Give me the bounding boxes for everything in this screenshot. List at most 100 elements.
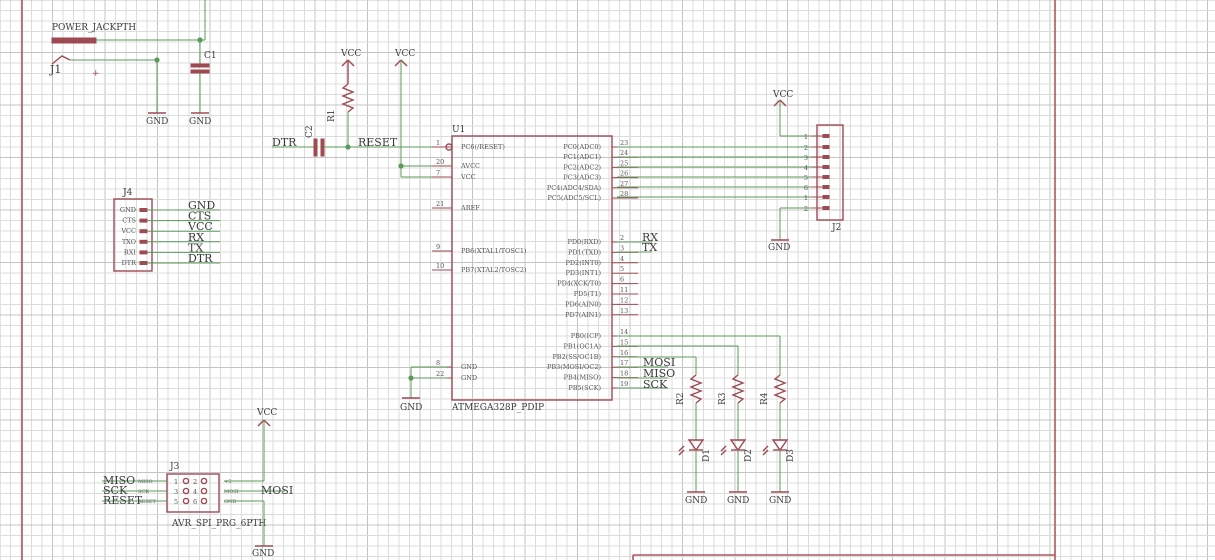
mcu-right-pin-name-top: PC4(ADC4/SDA) <box>547 184 602 192</box>
c1-gnd-label: GND <box>189 117 211 127</box>
j2-pin-num: 4 <box>804 164 808 172</box>
j2-gnd-label: GND <box>768 243 790 253</box>
mcu-left-pin-name: GND <box>461 363 477 371</box>
j4-pin-name: TXO <box>122 238 136 246</box>
led-gnd-label: GND <box>727 496 749 506</box>
j3-mosi-net: MOSI <box>261 484 293 497</box>
j2-pin-num: 2 <box>804 144 808 152</box>
mcu-right-pin-num-mid: 11 <box>620 286 628 294</box>
mcu-left-pin-name: GND <box>461 374 477 382</box>
j4-pin-contact <box>139 218 148 223</box>
mcu-right-pin-name-mid: PD0(RXD) <box>567 238 601 246</box>
c2-ref: C2 <box>305 125 315 138</box>
j2-pin-num: 3 <box>804 154 808 162</box>
j4-pin-name: CTS <box>122 217 136 225</box>
mcu-left-pin-name: VCC <box>460 173 476 181</box>
led-resistor-ref: R4 <box>760 392 770 405</box>
mcu-right-pin-name-mid: PD5(T1) <box>574 290 602 298</box>
j4-pin-name: DTR <box>122 259 138 267</box>
mcu-right-pin-num-mid: 5 <box>620 265 624 273</box>
j3-left-pin-name: RESET <box>138 499 156 505</box>
j3-left-pin-num: 1 <box>174 478 178 486</box>
reset-net-label: RESET <box>358 136 398 149</box>
j3-right-pad <box>200 497 208 505</box>
c1-ref: C1 <box>204 51 217 61</box>
j3-right-pin-num: 4 <box>193 488 197 496</box>
mcu-right-pin-num-mid: 4 <box>620 255 624 263</box>
mcu-gnd-label: GND <box>400 403 422 413</box>
mcu-right-pin-name-mid: PD2(INT0) <box>565 259 601 267</box>
mcu-left-pin-num: 10 <box>436 262 444 270</box>
j2-pin-num: 2 <box>804 205 808 213</box>
mcu-right-pin-num-bot: 18 <box>620 370 628 378</box>
j3-left-net-label: RESET <box>103 494 143 507</box>
led-channel[interactable]: R2 D1 GND <box>676 357 712 506</box>
mcu-right-pin-num-bot: 15 <box>620 338 628 346</box>
mcu-right-pin-num-bot: 19 <box>620 380 628 388</box>
mcu-right-pin-name-mid: PD6(AIN0) <box>565 300 601 308</box>
j3-right-pad <box>200 487 208 495</box>
j2-pin-num: 1 <box>804 194 808 202</box>
mcu-right-pin-num-mid: 13 <box>620 307 628 315</box>
mcu-right-pin-name-top: PC2(ADC2) <box>563 163 601 171</box>
mcu-left-pin-num: 21 <box>436 200 444 208</box>
mcu-left-pin-name: PC6(/RESET) <box>461 143 505 151</box>
mcu-right-pin-num-top: 25 <box>620 159 628 167</box>
power-jack-name: POWER_JACKPTH <box>52 23 136 33</box>
j4-net-label: DTR <box>188 252 213 265</box>
j3-left-pin-num: 5 <box>174 498 178 506</box>
mcu-right-pin-name-bot: PB1(OC1A) <box>564 342 602 350</box>
j3-right-pin-num: 6 <box>193 498 197 506</box>
mcu-right-pin-name-top: PC3(ADC3) <box>563 174 601 182</box>
mcu-right-pin-num-mid: 2 <box>620 234 624 242</box>
mcu-right-pin-name-top: PC0(ADC0) <box>563 143 601 151</box>
mcu-left-pin-name: AVCC <box>460 162 480 170</box>
r1-vcc-label: VCC <box>340 49 361 59</box>
j2-pin-contact <box>822 175 830 179</box>
j3-vcc-label: VCC <box>256 408 277 418</box>
j2-vcc-label: VCC <box>772 90 793 100</box>
mcu-ref: U1 <box>452 125 465 135</box>
led-channel[interactable]: R3 D2 GND <box>718 346 754 506</box>
mcu-right-pin-num-bot: 16 <box>620 349 628 357</box>
led-channel[interactable]: R4 D3 GND <box>760 336 796 506</box>
mcu-right-pin-num-mid: 12 <box>620 296 628 304</box>
j3-value: AVR_SPI_PRG_6PTH <box>171 519 266 529</box>
j3-right-pin-num: 2 <box>193 478 197 486</box>
j4-pin-contact <box>139 250 148 255</box>
j4-pin-contact <box>139 239 148 244</box>
j4-pin-contact <box>139 261 148 265</box>
mcu-right-pin-num-top: 26 <box>620 170 628 178</box>
mcu-right-pin-num-top: 24 <box>620 149 628 157</box>
header-j4-ftdi[interactable]: J4 GND GNDCTS CTSVCC VCCTXO RXRXI TXDTR DTR <box>113 188 220 272</box>
j2-pin-contact <box>822 134 830 138</box>
j3-gnd-label: GND <box>252 549 274 559</box>
j2-pin-contact <box>822 145 830 149</box>
j2-pin-contact <box>822 185 830 189</box>
mcu-vcc-label: VCC <box>394 49 415 59</box>
mcu-right-pin-num-bot: 17 <box>620 359 628 367</box>
mcu-left-pin-name: AREF <box>460 204 480 212</box>
led-diode-ref: D1 <box>702 449 712 462</box>
led-gnd-label: GND <box>769 496 791 506</box>
led-gnd-label: GND <box>685 496 707 506</box>
j1-gnd-label: GND <box>146 117 168 127</box>
power-jack-plus: + <box>92 69 100 79</box>
j2-pin-contact <box>822 206 830 210</box>
dtr-net-label: DTR <box>272 136 297 149</box>
j4-pins: GND GNDCTS CTSVCC VCCTXO RXRXI TXDTR DTR <box>120 199 220 267</box>
mcu-right-pin-num-top: 23 <box>620 139 628 147</box>
mcu-right-pin-num-mid: 6 <box>620 276 624 284</box>
mcu-left-pin-num: 9 <box>436 243 440 251</box>
mcu-right-pin-name-mid: PD7(AIN1) <box>565 311 601 319</box>
mcu-left-pins: 1 PC6(/RESET) 20 AVCC 7 VCC 21 AREF 9 PB6(XTAL1/T… <box>432 139 527 382</box>
header-j2[interactable]: VCC 1 2 3 4 5 6 1 2 GND J2 <box>768 90 844 253</box>
j3-ref: J3 <box>169 462 180 472</box>
led-resistor-ref: R2 <box>676 392 686 405</box>
j4-pin-name: VCC <box>120 227 136 235</box>
j3-right-pin-name: +5 <box>224 479 231 485</box>
j2-ref: J2 <box>831 223 841 233</box>
led-diode-ref: D3 <box>786 449 796 462</box>
mcu-left-pin-num: 7 <box>436 169 440 177</box>
j3-right-pin-name: MOSI <box>224 489 239 495</box>
